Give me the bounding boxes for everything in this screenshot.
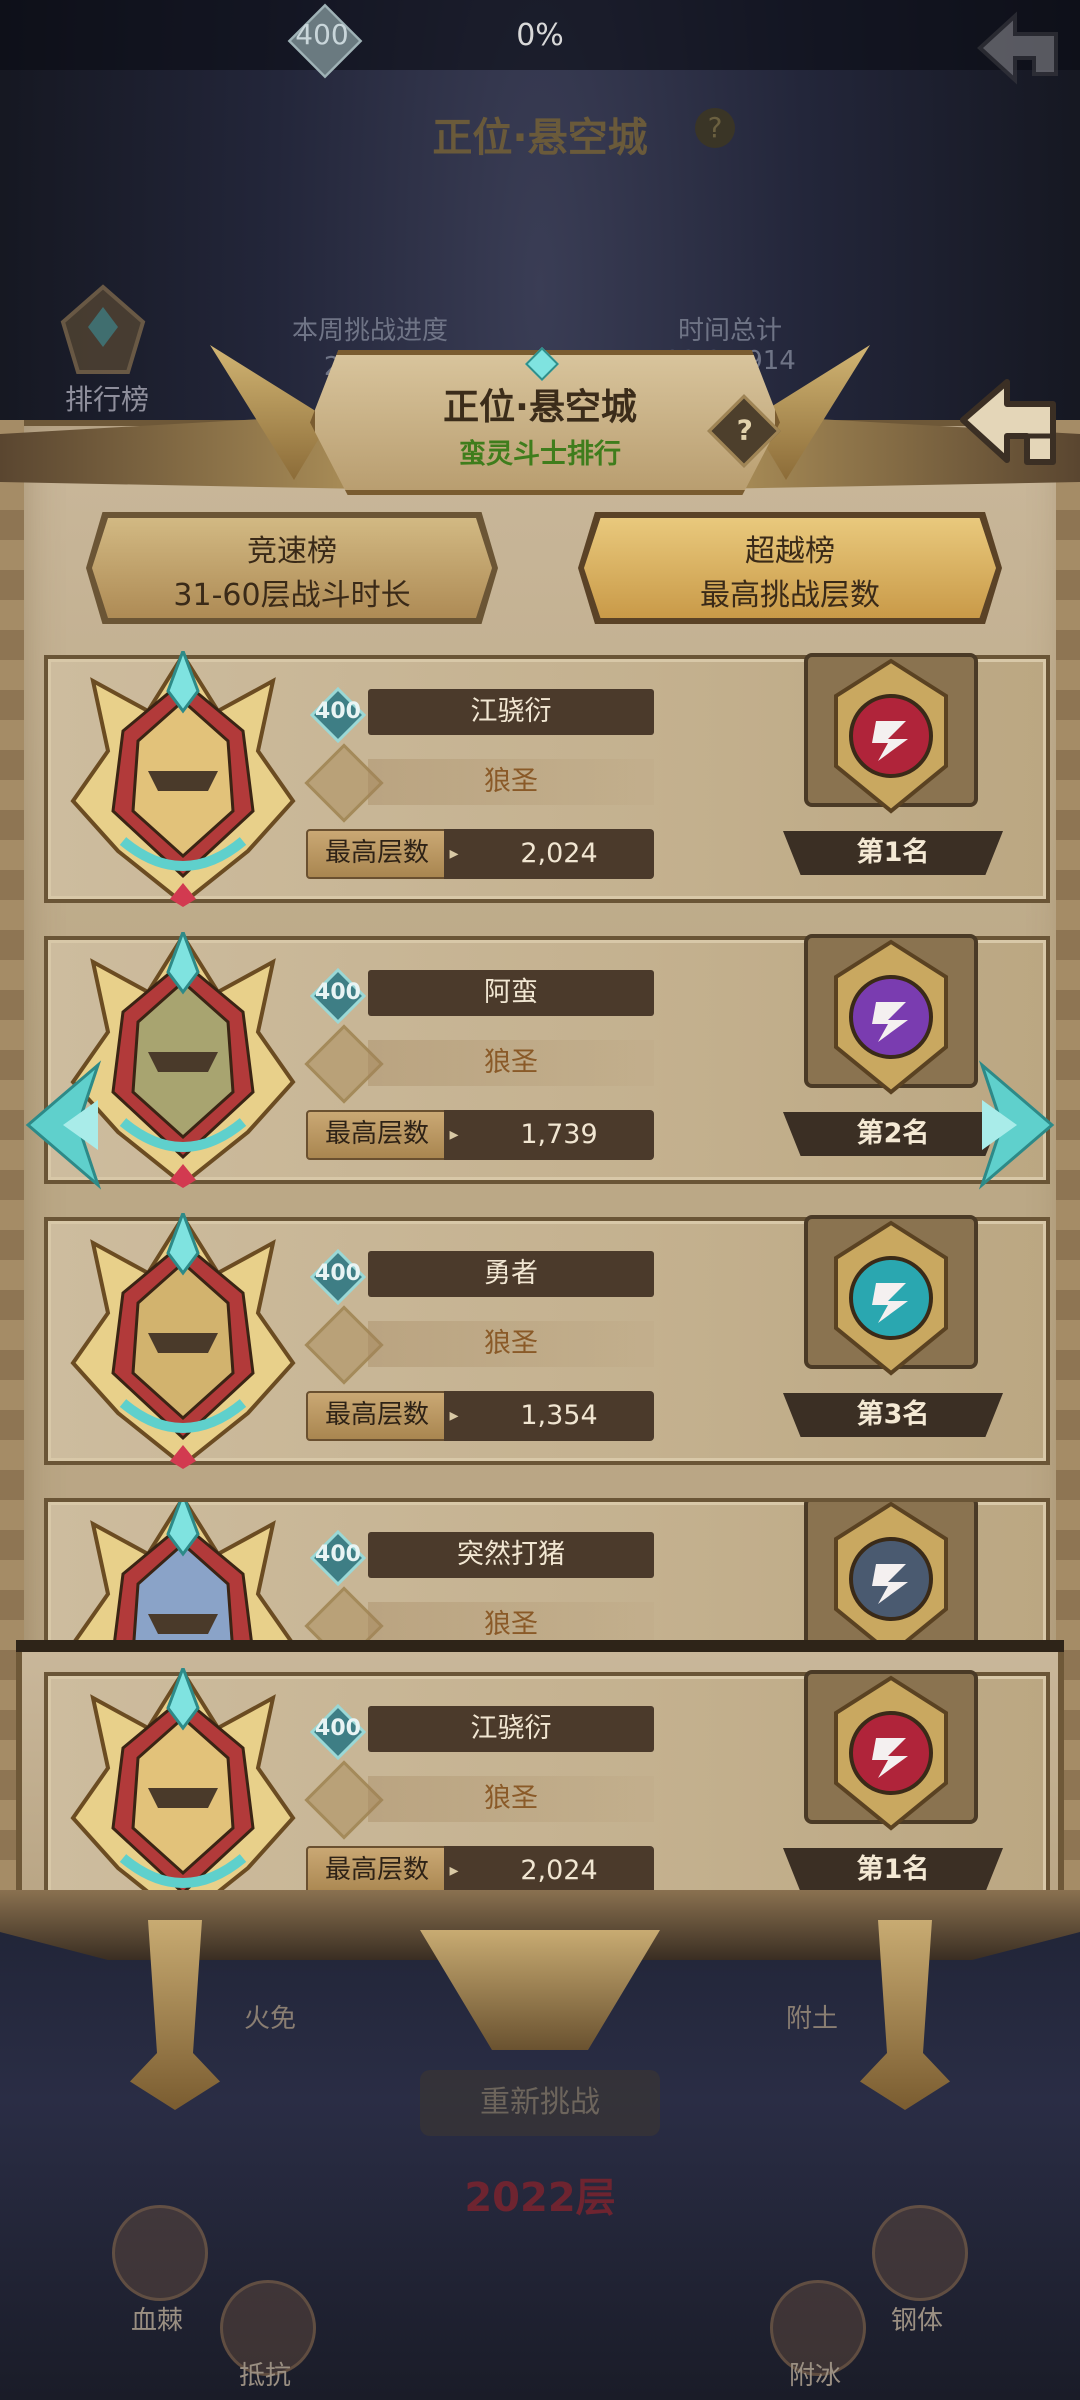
rank-medal-icon [804, 1670, 978, 1831]
player-name: 突然打猪 [368, 1532, 654, 1578]
background-help-icon: ? [695, 108, 735, 148]
guild-name: 狼圣 [368, 1040, 654, 1086]
top-level-text: 400 [295, 18, 349, 51]
next-page-arrow-icon[interactable] [976, 1060, 1062, 1190]
best-floor-value: 2,024 [464, 829, 654, 879]
best-floor-value: 1,739 [464, 1110, 654, 1160]
best-floor-label: 最高层数 [306, 1110, 448, 1160]
top-progress-text: 0% [516, 18, 564, 53]
best-floor-value: 1,354 [464, 1391, 654, 1441]
rank-medal-icon [804, 1502, 978, 1644]
player-level: 400 [315, 1542, 361, 1567]
player-portrait-icon[interactable] [68, 651, 298, 907]
rank-medal-icon [804, 1215, 978, 1376]
rank-label: 第3名 [783, 1393, 1003, 1437]
time-total-label: 时间总计 [677, 316, 782, 346]
skill-thorn-icon[interactable] [112, 2205, 208, 2301]
panel-subtitle: 蛮灵斗士排行 [459, 439, 621, 470]
chevron-right-icon: ▸ [444, 1110, 464, 1160]
player-name: 江骁衍 [368, 1706, 654, 1752]
player-name: 勇者 [368, 1251, 654, 1297]
player-portrait-icon[interactable] [68, 1668, 298, 1924]
player-level: 400 [315, 1716, 361, 1741]
previous-page-arrow-icon[interactable] [18, 1060, 104, 1190]
tab-title: 超越榜 [745, 534, 835, 569]
element-earth-label: 附土 [785, 2004, 838, 2034]
ranking-row[interactable]: 400 江骁衍狼圣最高层数 ▸ 2,024 第1名 [44, 1668, 1050, 1924]
ranking-row[interactable]: 400 阿蛮狼圣最高层数 ▸ 1,739 第2名 [44, 932, 1050, 1188]
ranking-row[interactable]: 400 勇者狼圣最高层数 ▸ 1,354 第3名 [44, 1213, 1050, 1469]
rank-label: 第1名 [783, 831, 1003, 875]
back-arrow-icon[interactable] [970, 8, 1066, 88]
skill-label: 钢体 [890, 2306, 943, 2336]
chevron-right-icon: ▸ [444, 829, 464, 879]
best-floor-label: 最高层数 [306, 1391, 448, 1441]
guild-name: 狼圣 [368, 1602, 654, 1644]
chevron-right-icon: ▸ [444, 1391, 464, 1441]
guild-name: 狼圣 [368, 1776, 654, 1822]
skill-label: 附冰 [788, 2361, 841, 2391]
player-name: 阿蛮 [368, 970, 654, 1016]
rank-label: 第1名 [783, 1848, 1003, 1892]
ranking-label[interactable]: 排行榜 [52, 378, 162, 418]
player-level: 400 [315, 1261, 361, 1286]
tab-subtitle: 最高挑战层数 [700, 578, 880, 613]
rank-label: 第2名 [783, 1112, 1003, 1156]
guild-name: 狼圣 [368, 1321, 654, 1367]
best-floor-label: 最高层数 [306, 1846, 448, 1896]
element-fire-label: 火免 [243, 2004, 296, 2034]
tab-subtitle: 31-60层战斗时长 [173, 578, 411, 613]
retry-button[interactable]: 重新挑战 [420, 2070, 660, 2136]
tab-speed-ranking[interactable]: 竞速榜 31-60层战斗时长 [92, 518, 492, 618]
best-floor-label: 最高层数 [306, 829, 448, 879]
guild-name: 狼圣 [368, 759, 654, 805]
skill-steel-icon[interactable] [872, 2205, 968, 2301]
help-glyph: ? [736, 413, 753, 447]
rank-medal-icon [804, 934, 978, 1095]
player-name: 江骁衍 [368, 689, 654, 735]
skill-label: 血棘 [130, 2306, 183, 2336]
player-portrait-icon[interactable] [68, 1213, 298, 1469]
rank-medal-icon [804, 653, 978, 814]
chevron-right-icon: ▸ [444, 1846, 464, 1896]
panel-title: 正位·悬空城 [443, 387, 637, 428]
ranking-row[interactable]: 400 江骁衍狼圣最高层数 ▸ 2,024 第1名 [44, 651, 1050, 907]
ranking-trophy-icon [60, 284, 146, 374]
tab-exceed-ranking[interactable]: 超越榜 最高挑战层数 [584, 518, 996, 618]
week-progress-label: 本周挑战进度 [291, 316, 448, 346]
tab-title: 竞速榜 [247, 534, 337, 569]
player-level: 400 [315, 699, 361, 724]
player-level: 400 [315, 980, 361, 1005]
back-arrow-icon[interactable] [955, 370, 1065, 480]
ranking-row[interactable]: 400 突然打猪狼圣 [44, 1498, 1050, 1644]
skill-label: 抵抗 [238, 2361, 291, 2391]
player-portrait-icon[interactable] [68, 1498, 298, 1644]
background-title: 正位·悬空城 [432, 115, 648, 161]
current-floor-text: 2022层 [464, 2175, 616, 2221]
best-floor-value: 2,024 [464, 1846, 654, 1896]
